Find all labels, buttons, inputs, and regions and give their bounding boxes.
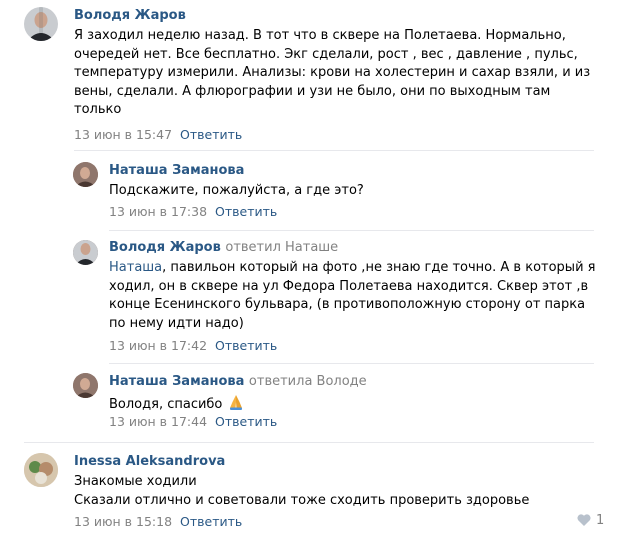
replied-to-label[interactable]: ответила Володе: [249, 374, 367, 389]
divider: [109, 230, 594, 231]
divider: [74, 150, 594, 151]
avatar-photo-icon: [73, 373, 98, 398]
comment-date[interactable]: 13 июн в 17:44: [109, 414, 207, 429]
comment-author[interactable]: Inessa Aleksandrova: [74, 454, 225, 470]
comment-text: Я заходил неделю назад. В тот что в скве…: [74, 28, 591, 118]
reply-button[interactable]: Ответить: [215, 414, 277, 429]
avatar[interactable]: [24, 7, 58, 41]
comment-meta: 13 июн в 15:18 Ответить: [74, 514, 242, 530]
avatar-photo-icon: [73, 162, 98, 187]
divider: [24, 442, 594, 443]
comment-date[interactable]: 13 июн в 15:18: [74, 514, 172, 529]
comment-meta: 13 июн в 17:44 Ответить: [109, 414, 277, 430]
comment-meta: 13 июн в 17:42 Ответить: [109, 338, 277, 354]
comment-author[interactable]: Наташа Заманова: [109, 163, 244, 179]
heart-icon: [577, 514, 591, 526]
comment-meta: 13 июн в 15:47 Ответить: [74, 127, 242, 143]
comment-date[interactable]: 13 июн в 15:47: [74, 127, 172, 142]
comment-author[interactable]: Володя Жаров: [74, 8, 186, 24]
avatar-photo-icon: [73, 240, 98, 265]
comment-date[interactable]: 13 июн в 17:42: [109, 338, 207, 353]
reply-button[interactable]: Ответить: [215, 338, 277, 353]
comment-text: Наташа, павильон который на фото ,не зна…: [109, 260, 596, 331]
comment-date[interactable]: 13 июн в 17:38: [109, 204, 207, 219]
avatar[interactable]: [24, 453, 58, 487]
avatar[interactable]: [73, 373, 98, 398]
addressee-link[interactable]: Наташа: [109, 260, 162, 275]
avatar[interactable]: [73, 162, 98, 187]
reply-button[interactable]: Ответить: [180, 514, 242, 529]
avatar[interactable]: [73, 240, 98, 265]
divider: [109, 363, 594, 364]
comment-text: Подскажите, пожалуйста, а где это?: [109, 183, 364, 198]
reply-button[interactable]: Ответить: [215, 204, 277, 219]
reply-button[interactable]: Ответить: [180, 127, 242, 142]
comment-author[interactable]: Володя Жаров ответил Наташе: [109, 240, 338, 256]
avatar-photo-icon: [24, 7, 58, 41]
like-count: 1: [596, 513, 605, 528]
avatar-photo-icon: [24, 453, 58, 487]
comment-author[interactable]: Наташа Заманова ответила Володе: [109, 374, 367, 390]
comment-meta: 13 июн в 17:38 Ответить: [109, 204, 277, 220]
like-button[interactable]: 1: [577, 513, 604, 529]
comment-text: Знакомые ходили Сказали отлично и совето…: [74, 474, 530, 508]
replied-to-label[interactable]: ответил Наташе: [225, 240, 338, 255]
